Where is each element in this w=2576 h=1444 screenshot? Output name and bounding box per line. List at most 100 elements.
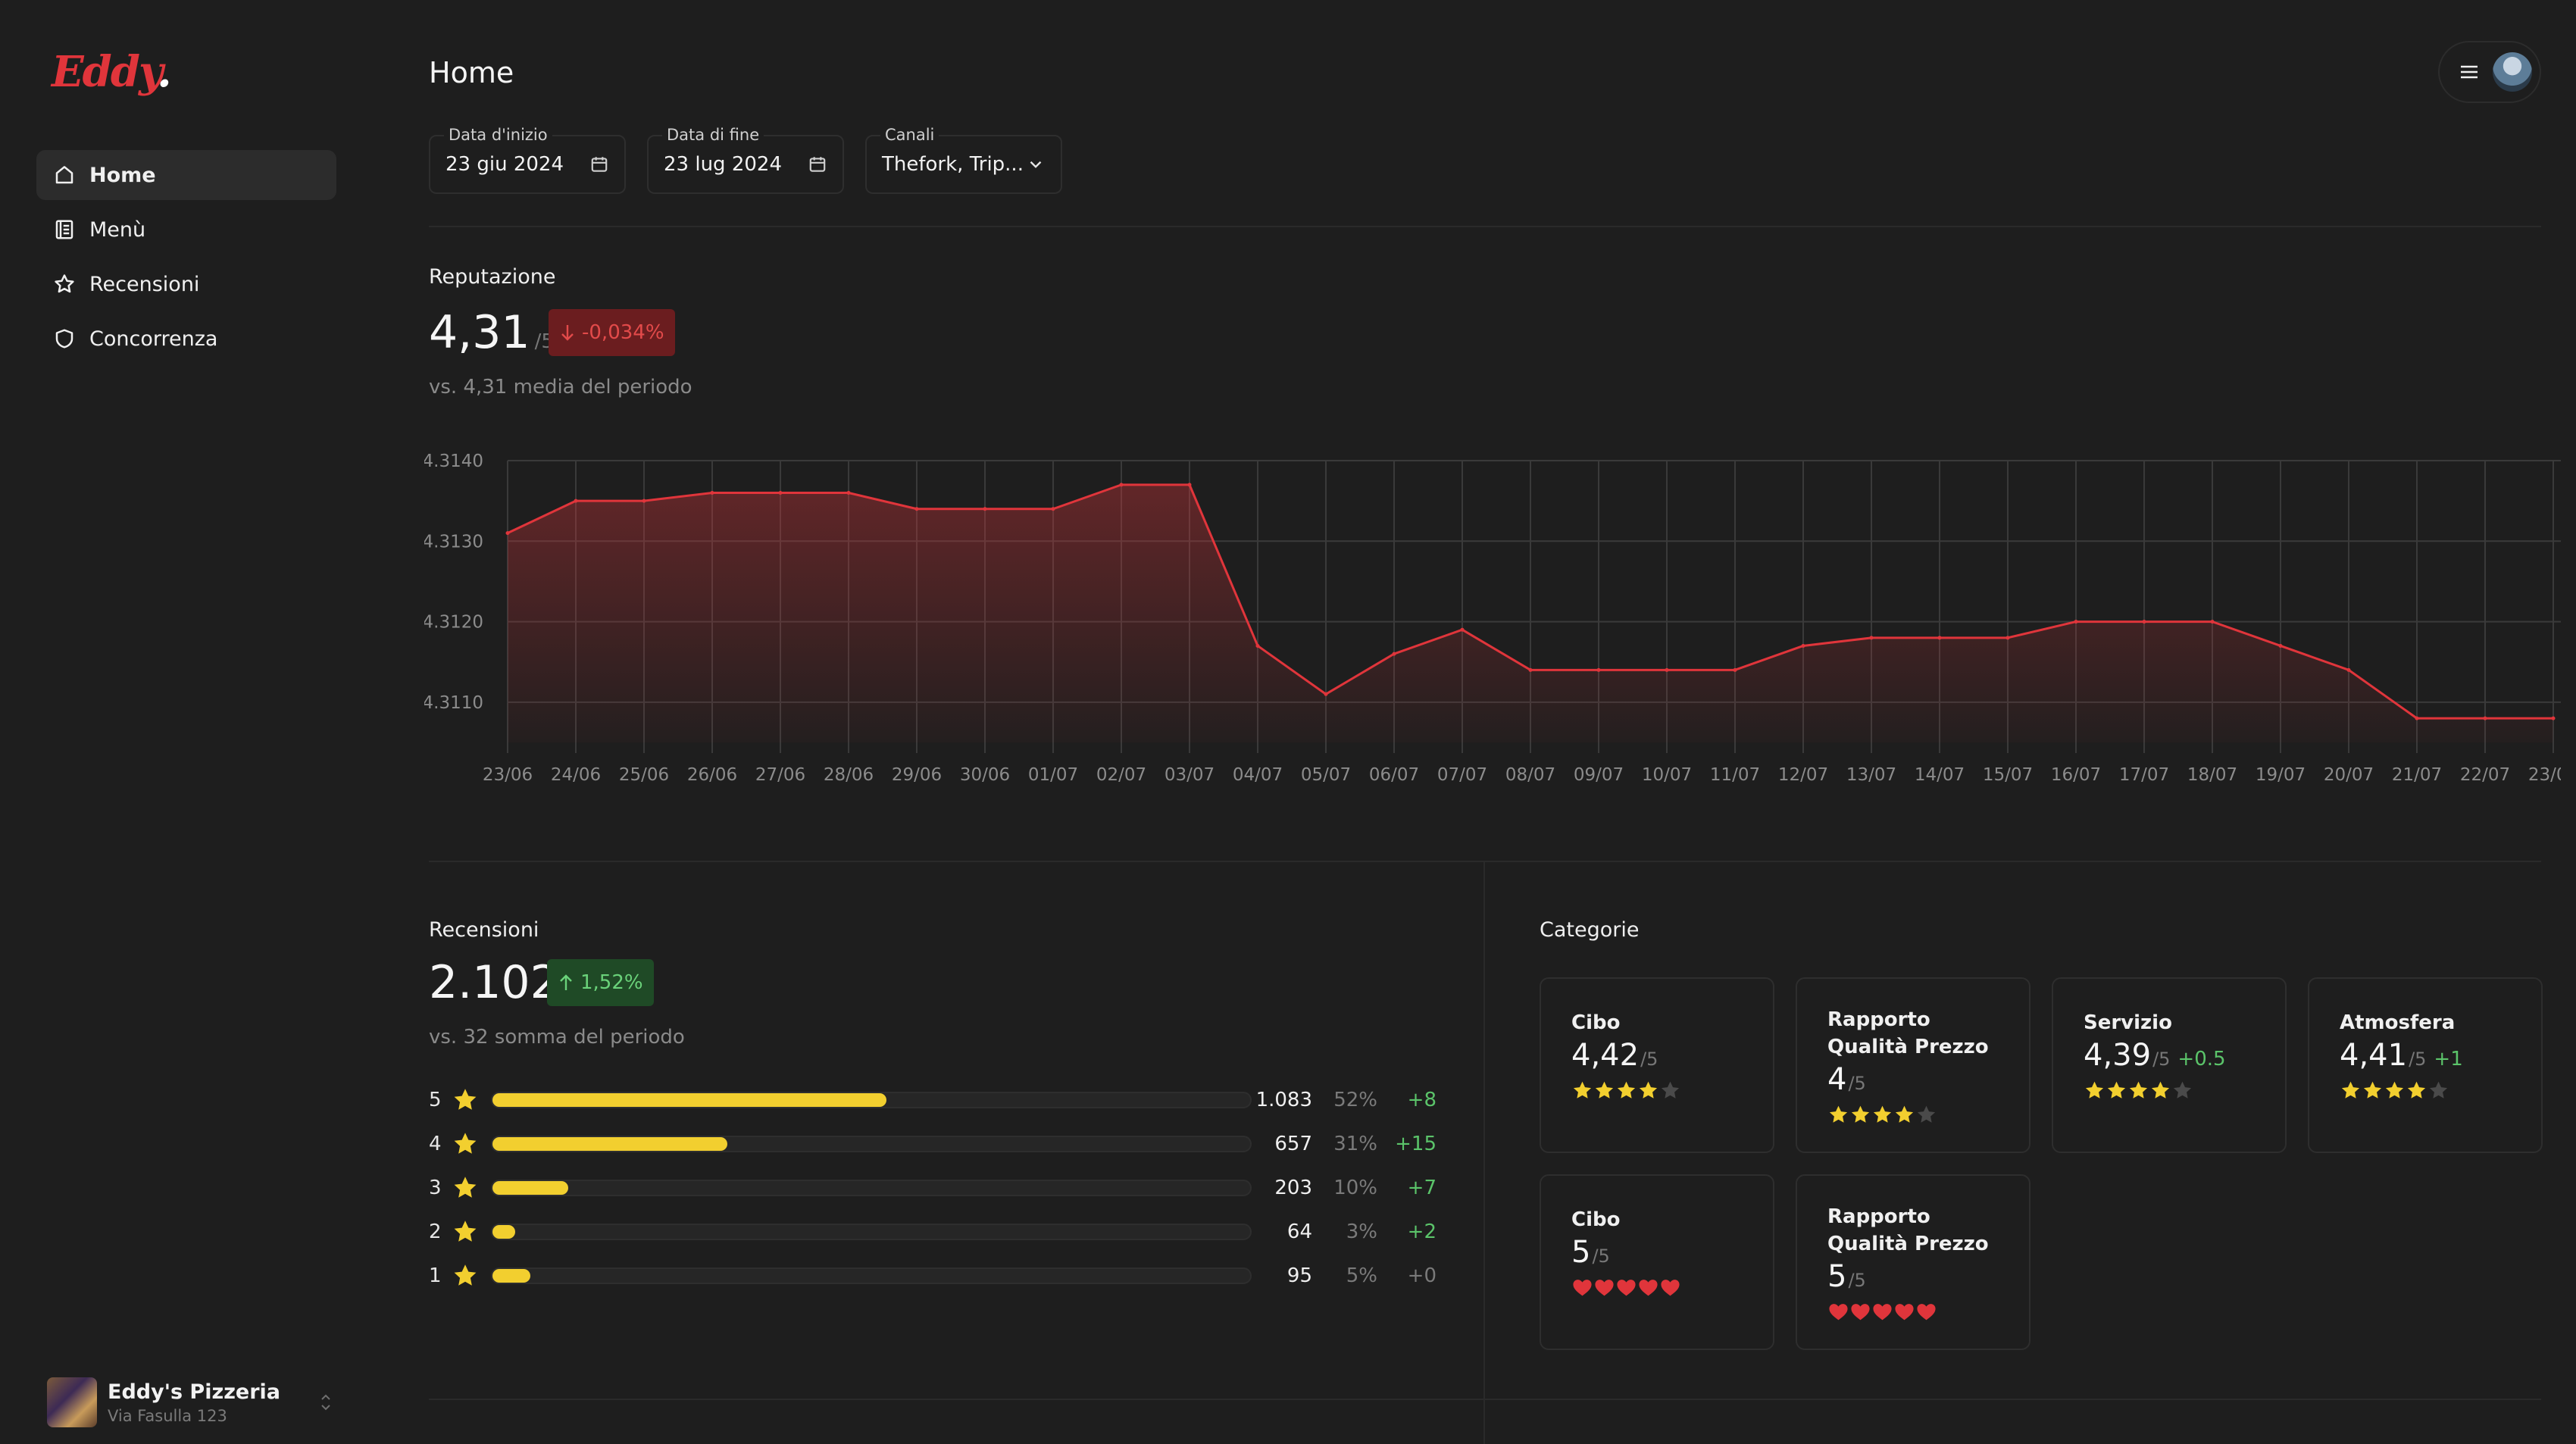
chart-data-point[interactable] [1392, 652, 1396, 656]
rating-bar-track [491, 1180, 1252, 1196]
chart-data-point[interactable] [914, 507, 919, 511]
end-date-value: 23 lug 2024 [664, 153, 782, 176]
chart-data-point[interactable] [2005, 636, 2010, 640]
divider [429, 226, 2541, 227]
category-card[interactable]: Rapporto Qualità Prezzo 5/5 [1796, 1174, 2030, 1350]
star-icon [2341, 1081, 2360, 1099]
heart-icon [1873, 1304, 1892, 1321]
chart-data-point[interactable] [1665, 667, 1669, 672]
category-card[interactable]: Cibo 5/5 [1540, 1174, 1774, 1350]
chart-data-point[interactable] [2483, 716, 2487, 720]
start-date-label: Data d'inizio [444, 126, 552, 144]
chart-data-point[interactable] [1187, 483, 1192, 487]
category-card[interactable]: Atmosfera 4,41/5 +1 [2308, 977, 2543, 1153]
main-nav: Home Menù Recensioni Concorrenza [36, 150, 336, 368]
category-score-unit: /5 [1592, 1246, 1610, 1267]
category-name: Rapporto Qualità Prezzo [1827, 1008, 1989, 1058]
chart-x-tick-label: 25/06 [619, 765, 669, 785]
menu-book-icon [55, 220, 73, 239]
chart-data-point[interactable] [1324, 692, 1328, 696]
chart-data-point[interactable] [2346, 667, 2351, 672]
star-icon [454, 1221, 477, 1242]
user-menu-button[interactable] [2438, 41, 2541, 103]
rating-delta: +15 [1395, 1133, 1436, 1155]
rating-distribution-row: 2 64 3% +2 [429, 1217, 1436, 1247]
chevron-up-down-icon [321, 1394, 330, 1411]
channels-select[interactable]: Canali Thefork, Trip... [865, 126, 1062, 194]
chart-data-point[interactable] [1937, 636, 1942, 640]
star-icon [454, 1089, 477, 1110]
sidebar-item-recensioni[interactable]: Recensioni [36, 259, 336, 309]
category-name: Cibo [1571, 1208, 1621, 1231]
rating-percentage: 31% [1333, 1133, 1377, 1155]
chart-x-tick-label: 04/07 [1233, 765, 1283, 785]
reviews-change-value: 1,52% [580, 971, 643, 994]
chart-data-point[interactable] [1528, 667, 1533, 672]
rating-count: 1.083 [1255, 1089, 1312, 1111]
brand-logo[interactable]: Eddy. [52, 47, 172, 97]
chart-data-point[interactable] [1460, 627, 1465, 632]
rating-bar-fill [492, 1225, 515, 1239]
end-date-picker[interactable]: Data di fine 23 lug 2024 [647, 126, 844, 194]
rating-percentage: 5% [1346, 1264, 1377, 1287]
sidebar-item-concorrenza[interactable]: Concorrenza [36, 314, 336, 364]
chart-data-point[interactable] [574, 499, 578, 503]
chart-x-tick-label: 18/07 [2187, 765, 2237, 785]
chart-x-tick-label: 03/07 [1165, 765, 1215, 785]
star-icon [55, 274, 74, 293]
star-icon [1573, 1081, 1592, 1099]
reputation-change-value: -0,034% [582, 321, 664, 344]
chart-data-point[interactable] [1119, 483, 1124, 487]
category-rating-icons [1827, 1301, 2029, 1323]
chart-data-point[interactable] [1869, 636, 1874, 640]
chart-data-point[interactable] [1733, 667, 1737, 672]
reviews-subtitle: vs. 32 somma del periodo [429, 1026, 685, 1049]
sidebar-item-home[interactable]: Home [36, 150, 336, 200]
rating-distribution-row: 4 657 31% +15 [429, 1129, 1436, 1159]
chart-data-point[interactable] [2415, 716, 2419, 720]
chart-data-point[interactable] [778, 491, 783, 495]
heart-icon [1851, 1304, 1870, 1321]
account-switcher[interactable]: Eddy's Pizzeria Via Fasulla 123 [47, 1376, 335, 1429]
restaurant-thumbnail [47, 1377, 97, 1427]
rating-count: 95 [1286, 1264, 1312, 1287]
chart-data-point[interactable] [983, 507, 987, 511]
category-card[interactable]: Servizio 4,39/5 +0.5 [2052, 977, 2287, 1153]
chart-x-tick-label: 15/07 [1983, 765, 2033, 785]
chart-x-tick-label: 09/07 [1574, 765, 1624, 785]
heart-icon [1617, 1280, 1636, 1296]
page-title: Home [429, 56, 514, 89]
chart-x-tick-label: 10/07 [1642, 765, 1692, 785]
star-icon [454, 1264, 477, 1286]
category-card[interactable]: Rapporto Qualità Prezzo 4/5 [1796, 977, 2030, 1153]
rating-count: 64 [1286, 1221, 1312, 1243]
heart-icon [1595, 1280, 1614, 1296]
category-score: 4,39/5 +0.5 [2084, 1038, 2226, 1073]
channels-label: Canali [880, 126, 939, 144]
start-date-picker[interactable]: Data d'inizio 23 giu 2024 [429, 126, 626, 194]
chart-x-tick-label: 06/07 [1369, 765, 1419, 785]
chart-data-point[interactable] [1051, 507, 1055, 511]
chart-data-point[interactable] [710, 491, 714, 495]
chart-data-point[interactable] [505, 531, 510, 536]
heart-icon [1829, 1304, 1848, 1321]
chart-data-point[interactable] [2278, 643, 2283, 648]
chart-data-point[interactable] [2074, 620, 2078, 624]
chart-data-point[interactable] [642, 499, 646, 503]
star-icon [2173, 1081, 2192, 1099]
rating-stars-label: 5 [429, 1089, 442, 1111]
category-card[interactable]: Cibo 4,42/5 [1540, 977, 1774, 1153]
shield-icon [55, 329, 73, 348]
chart-data-point[interactable] [1801, 643, 1805, 648]
chart-data-point[interactable] [2210, 620, 2215, 624]
chart-data-point[interactable] [1255, 643, 1260, 648]
calendar-icon [809, 157, 826, 172]
account-name: Eddy's Pizzeria [108, 1380, 281, 1404]
sidebar-item-menu[interactable]: Menù [36, 205, 336, 255]
star-icon [1873, 1105, 1892, 1123]
chart-data-point[interactable] [2551, 716, 2556, 720]
chart-x-tick-label: 11/07 [1710, 765, 1760, 785]
chart-data-point[interactable] [846, 491, 851, 495]
chart-data-point[interactable] [2142, 620, 2146, 624]
chart-data-point[interactable] [1596, 667, 1601, 672]
